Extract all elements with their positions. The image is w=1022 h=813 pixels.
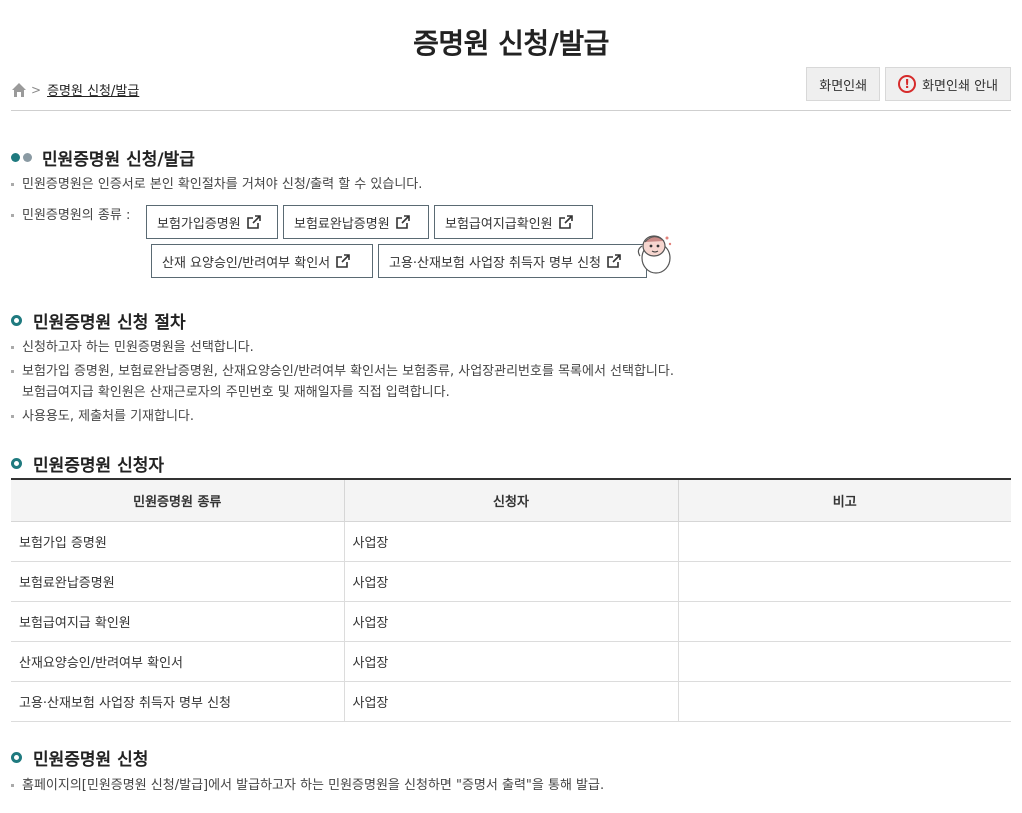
- section-title-procedure: 민원증명원 신청 절차: [11, 308, 186, 333]
- column-header: 민원증명원 종류: [11, 478, 345, 522]
- home-icon[interactable]: [11, 82, 27, 98]
- column-header: 신청자: [344, 478, 679, 522]
- table-row: 보험료완납증명원 사업장: [11, 561, 1011, 602]
- table-cell: 사업장: [344, 601, 679, 642]
- doc-button-medical-approval[interactable]: 산재 요양승인/반려여부 확인서: [151, 244, 373, 278]
- external-link-icon: [607, 254, 621, 268]
- procedure-step-text: 보험급여지급 확인원은 산재근로자의 주민번호 및 재해일자를 직접 입력합니다…: [22, 385, 450, 400]
- section-ring-icon: [11, 752, 22, 763]
- breadcrumb-separator-icon: >: [31, 82, 42, 97]
- section1-desc-text: 민원증명원은 인증서로 본인 확인절차를 거쳐야 신청/출력 할 수 있습니다.: [22, 177, 423, 192]
- column-header: 비고: [678, 478, 1011, 522]
- table-header-row: 민원증명원 종류 신청자 비고: [11, 478, 1011, 522]
- section4-desc-text: 홈페이지의[민원증명원 신청/발급]에서 발급하고자 하는 민원증명원을 신청하…: [22, 778, 605, 793]
- doc-types-label: 민원증명원의 종류 :: [11, 205, 130, 226]
- procedure-step-text: 사용용도, 제출처를 기재합니다.: [22, 409, 195, 424]
- doc-button-label: 산재 요양승인/반려여부 확인서: [162, 255, 331, 271]
- section-dots-icon: [11, 153, 32, 162]
- doc-button-label: 보험급여지급확인원: [445, 216, 553, 232]
- page-title: 증명원 신청/발급: [413, 27, 609, 60]
- external-link-icon: [246, 215, 261, 229]
- procedure-step-text: 신청하고자 하는 민원증명원을 선택합니다.: [22, 340, 254, 355]
- doc-button-acquirer-list[interactable]: 고용·산재보험 사업장 취득자 명부 신청: [378, 244, 647, 278]
- section1-desc: 민원증명원은 인증서로 본인 확인절차를 거쳐야 신청/출력 할 수 있습니다.: [11, 174, 422, 195]
- doc-types-label-text: 민원증명원의 종류 :: [22, 208, 131, 223]
- print-button[interactable]: 화면인쇄: [806, 67, 881, 101]
- toolbar: 화면인쇄 ! 화면인쇄 안내: [806, 67, 1011, 101]
- breadcrumb-current[interactable]: 증명원 신청/발급: [47, 80, 139, 99]
- section-title-request: 민원증명원 신청: [11, 745, 148, 770]
- applicant-table: 민원증명원 종류 신청자 비고 보험가입 증명원 사업장 보험료완납증명원 사업…: [11, 478, 1011, 722]
- table-cell: 사업장: [344, 681, 679, 722]
- doc-button-insurance-membership[interactable]: 보험가입증명원: [146, 205, 278, 239]
- table-cell: [678, 601, 1011, 642]
- table-row: 보험가입 증명원 사업장: [11, 521, 1011, 562]
- section-title-applicant: 민원증명원 신청자: [11, 451, 164, 476]
- section-title-text: 민원증명원 신청자: [33, 456, 165, 476]
- section-ring-icon: [11, 315, 22, 326]
- table-cell: 산재요양승인/반려여부 확인서: [11, 641, 345, 682]
- table-cell: 보험가입 증명원: [11, 521, 345, 562]
- procedure-step-text: 보험가입 증명원, 보험료완납증명원, 산재요양승인/반려여부 확인서는 보험종…: [22, 364, 674, 379]
- doc-button-label: 보험가입증명원: [157, 216, 241, 232]
- table-cell: [678, 681, 1011, 722]
- doc-button-label: 고용·산재보험 사업장 취득자 명부 신청: [389, 255, 602, 271]
- table-cell: 사업장: [344, 561, 679, 602]
- table-row: 고용·산재보험 사업장 취득자 명부 신청 사업장: [11, 681, 1011, 722]
- print-button-label: 화면인쇄: [819, 78, 868, 94]
- print-guide-button[interactable]: ! 화면인쇄 안내: [885, 67, 1011, 101]
- section-title-text: 민원증명원 신청 절차: [33, 313, 186, 333]
- section-title-text: 민원증명원 신청/발급: [42, 150, 195, 170]
- table-cell: 고용·산재보험 사업장 취득자 명부 신청: [11, 681, 345, 722]
- procedure-step: 신청하고자 하는 민원증명원을 선택합니다.: [11, 337, 254, 358]
- external-link-icon: [395, 215, 410, 229]
- section-title-text: 민원증명원 신청: [33, 750, 149, 770]
- section4-desc: 홈페이지의[민원증명원 신청/발급]에서 발급하고자 하는 민원증명원을 신청하…: [11, 775, 604, 796]
- doc-button-label: 보험료완납증명원: [294, 216, 390, 232]
- table-cell: 보험급여지급 확인원: [11, 601, 345, 642]
- exclamation-circle-icon: !: [898, 75, 917, 93]
- procedure-step: 보험가입 증명원, 보험료완납증명원, 산재요양승인/반려여부 확인서는 보험종…: [11, 361, 674, 403]
- external-link-icon: [558, 215, 573, 229]
- table-row: 산재요양승인/반려여부 확인서 사업장: [11, 641, 1011, 682]
- table-cell: 보험료완납증명원: [11, 561, 345, 602]
- mascot-character-icon: [637, 235, 672, 274]
- table-cell: 사업장: [344, 641, 679, 682]
- print-guide-button-label: 화면인쇄 안내: [922, 78, 998, 94]
- breadcrumb: > 증명원 신청/발급: [11, 80, 139, 99]
- table-cell: [678, 521, 1011, 562]
- section-ring-icon: [11, 458, 22, 469]
- table-cell: [678, 641, 1011, 682]
- table-cell: [678, 561, 1011, 602]
- procedure-step: 사용용도, 제출처를 기재합니다.: [11, 406, 194, 427]
- table-cell: 사업장: [344, 521, 679, 562]
- table-row: 보험급여지급 확인원 사업장: [11, 601, 1011, 642]
- external-link-icon: [336, 254, 350, 268]
- doc-button-premium-paid[interactable]: 보험료완납증명원: [283, 205, 429, 239]
- doc-button-benefit-payment[interactable]: 보험급여지급확인원: [434, 205, 593, 239]
- section-title-apply-issue: 민원증명원 신청/발급: [11, 145, 195, 170]
- header-divider: [11, 110, 1011, 111]
